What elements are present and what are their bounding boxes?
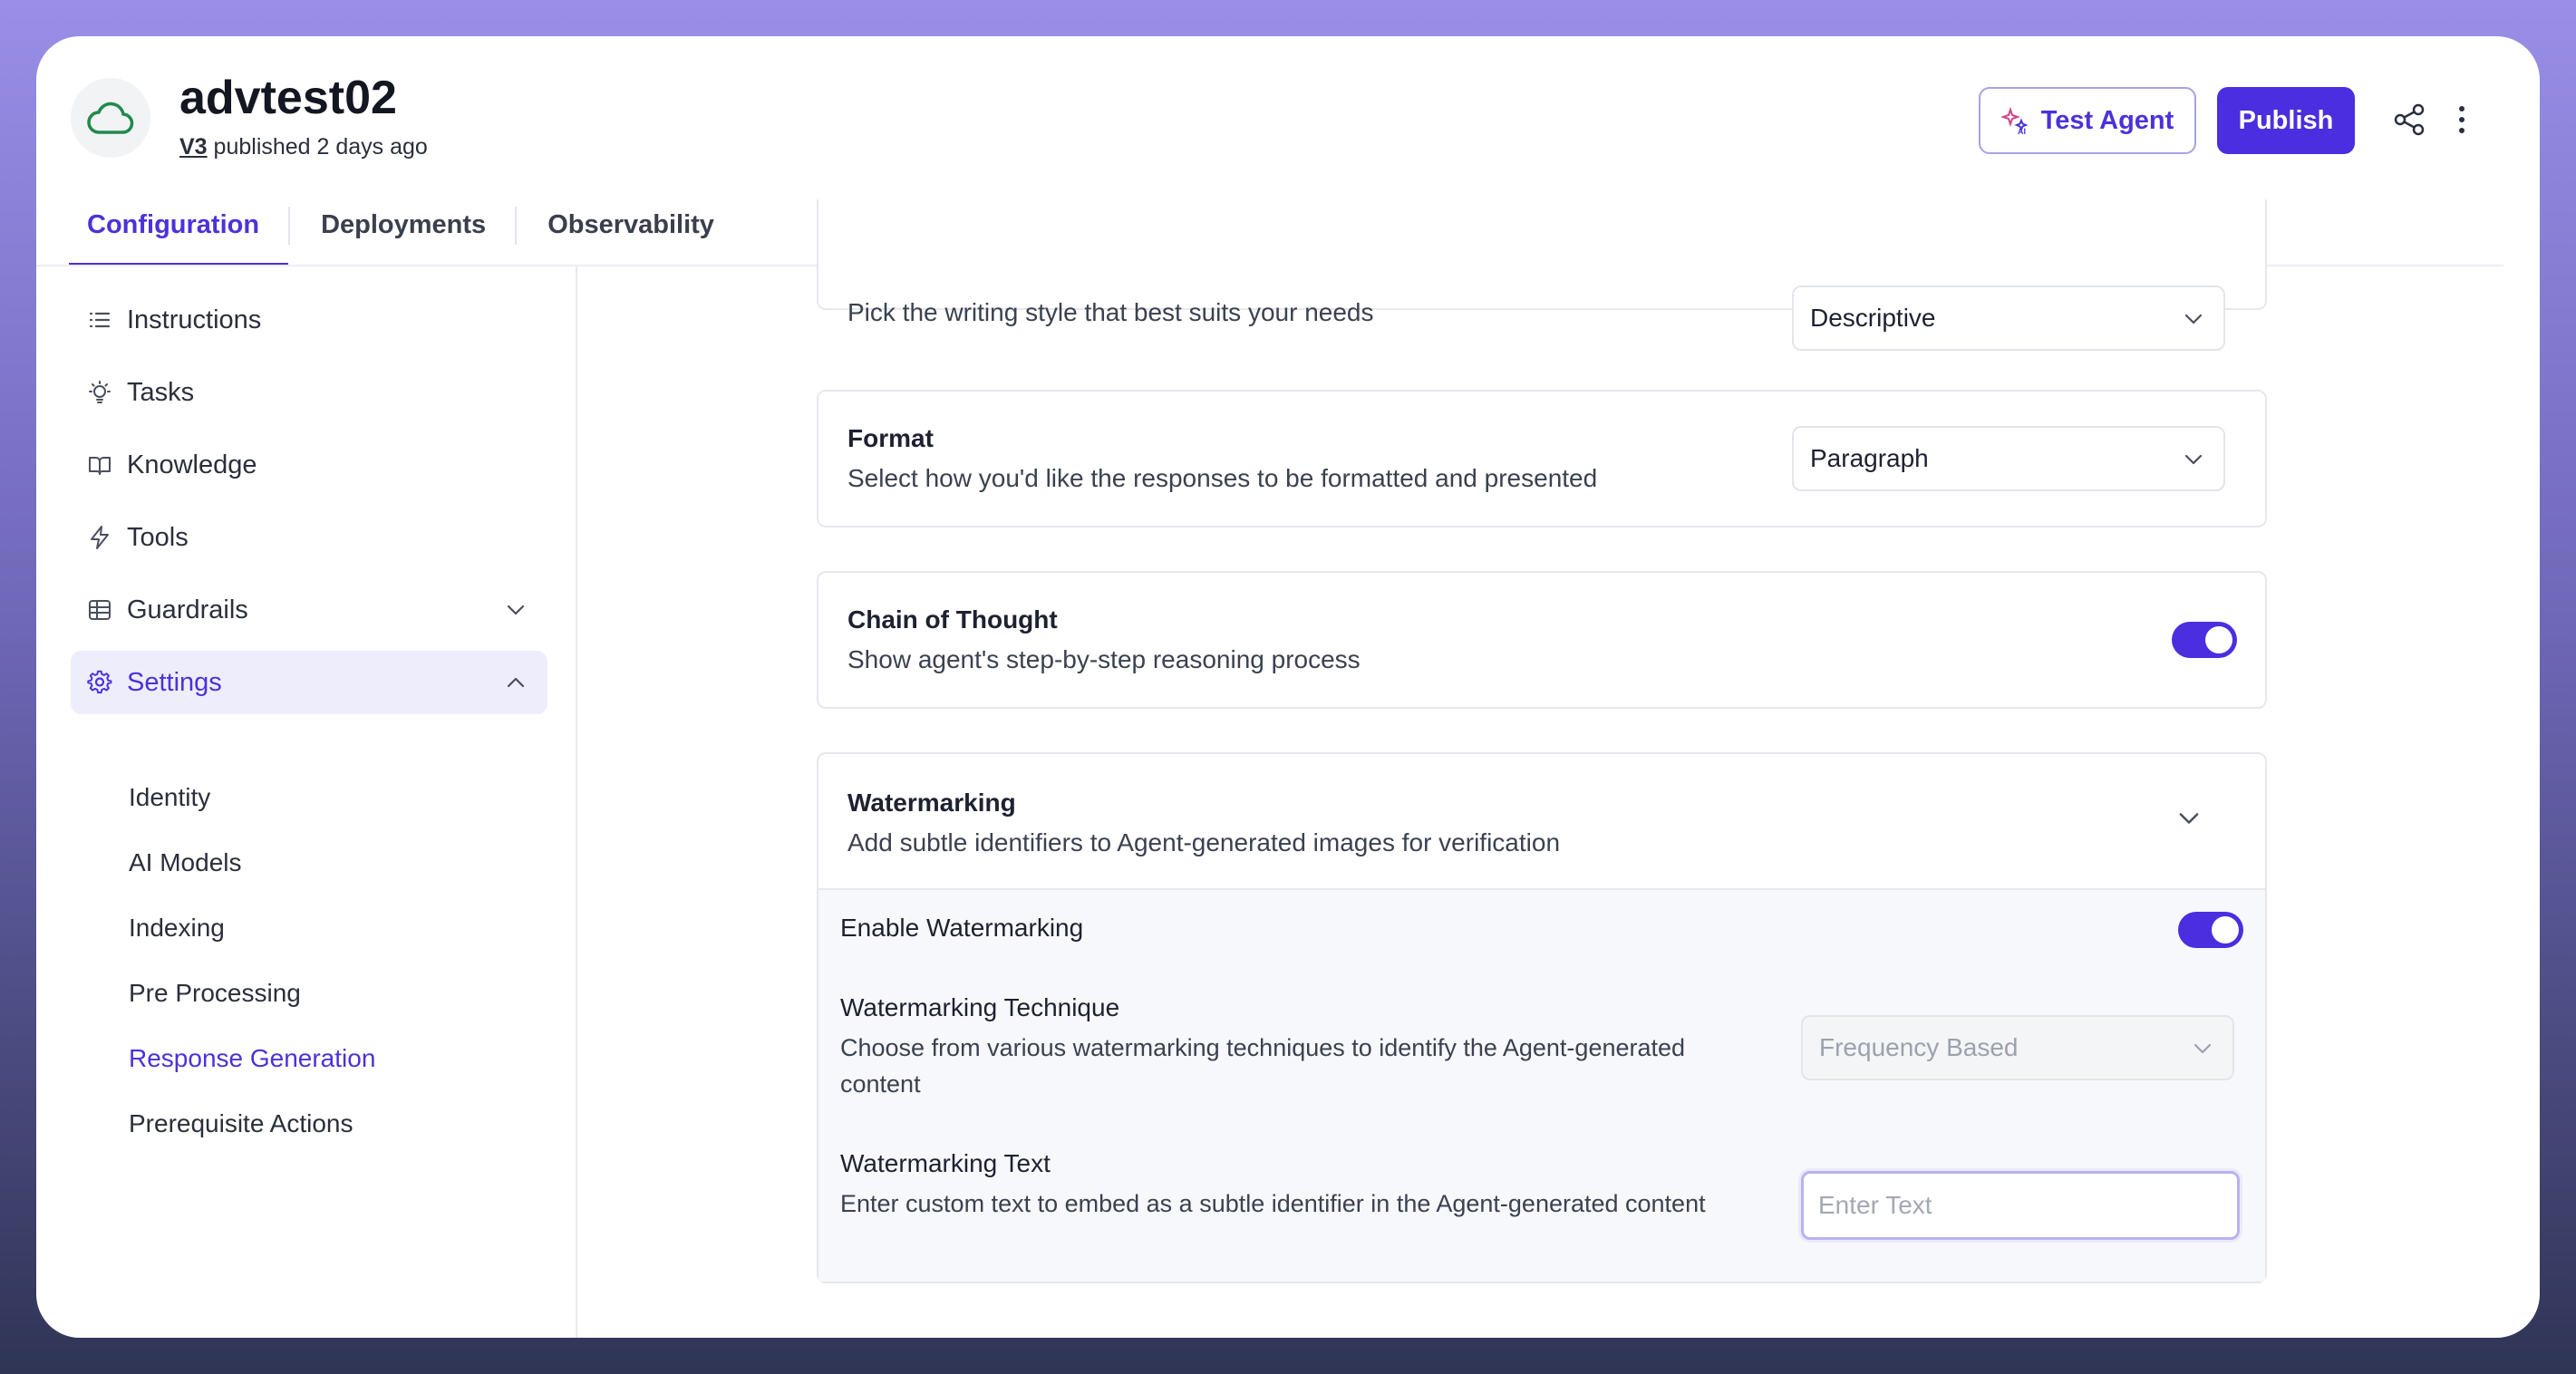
more-vertical-icon[interactable]	[2453, 102, 2471, 138]
sidebar: Instructions Tasks Knowledge Tools Guard…	[36, 266, 577, 1338]
format-description: Select how you'd like the responses to b…	[847, 464, 1598, 492]
watermarking-text-description: Enter custom text to embed as a subtle i…	[840, 1190, 1706, 1217]
share-icon[interactable]	[2391, 102, 2427, 138]
style-card: Pick the writing style that best suits y…	[817, 199, 2267, 351]
sparkle-ai-icon: AI	[2000, 106, 2029, 135]
lightning-icon	[85, 523, 114, 552]
test-agent-button[interactable]: AI Test Agent	[1979, 87, 2196, 154]
watermarking-title: Watermarking	[847, 789, 1016, 817]
sidebar-item-label: Settings	[127, 667, 222, 697]
sidebar-item-label: Knowledge	[127, 450, 257, 479]
style-select-value: Descriptive	[1810, 304, 1936, 332]
watermarking-technique-description: Choose from various watermarking techniq…	[840, 1034, 1686, 1098]
chevron-down-icon	[2184, 314, 2203, 324]
table-icon	[85, 595, 114, 624]
watermarking-technique-select[interactable]: Frequency Based	[1801, 1015, 2234, 1080]
cloud-icon	[87, 102, 134, 134]
tab-configuration[interactable]: Configuration	[69, 207, 289, 266]
sidebar-item-label: Instructions	[127, 305, 262, 334]
settings-sub-indexing[interactable]: Indexing	[129, 914, 225, 943]
sidebar-item-label: Tasks	[127, 377, 195, 407]
publish-status: V3 published 2 days ago	[179, 134, 428, 160]
watermarking-card: Watermarking Add subtle identifiers to A…	[817, 752, 2267, 1283]
book-icon	[85, 450, 114, 479]
chevron-down-icon	[507, 605, 525, 615]
watermarking-text-input[interactable]	[1801, 1171, 2240, 1240]
gear-icon	[85, 668, 114, 697]
format-title: Format	[847, 424, 934, 452]
settings-sub-response-generation[interactable]: Response Generation	[129, 1044, 375, 1073]
agent-avatar	[71, 78, 150, 158]
lightbulb-icon	[85, 378, 114, 407]
sidebar-item-label: Tools	[127, 522, 189, 552]
chain-of-thought-description: Show agent's step-by-step reasoning proc…	[847, 645, 1361, 673]
sidebar-item-tools[interactable]: Tools	[71, 506, 547, 569]
publish-button[interactable]: Publish	[2217, 87, 2355, 154]
style-select[interactable]: Descriptive	[1792, 285, 2225, 351]
version-link[interactable]: V3	[179, 134, 208, 160]
sidebar-item-tasks[interactable]: Tasks	[71, 361, 547, 424]
format-card: Format Select how you'd like the respons…	[817, 390, 2267, 527]
sidebar-item-instructions[interactable]: Instructions	[71, 288, 547, 352]
format-select[interactable]: Paragraph	[1792, 426, 2225, 491]
chain-of-thought-toggle[interactable]	[2172, 622, 2237, 658]
list-icon	[85, 305, 114, 334]
chevron-down-icon[interactable]	[2174, 803, 2204, 834]
settings-sub-pre-processing[interactable]: Pre Processing	[129, 979, 301, 1008]
watermarking-technique-value: Frequency Based	[1819, 1033, 2019, 1061]
sidebar-item-guardrails[interactable]: Guardrails	[71, 578, 547, 642]
tab-deployments[interactable]: Deployments	[290, 207, 515, 266]
test-agent-label: Test Agent	[2040, 105, 2174, 135]
settings-sub-prerequisite-actions[interactable]: Prerequisite Actions	[129, 1109, 353, 1138]
chevron-down-icon	[2184, 454, 2203, 465]
sidebar-item-knowledge[interactable]: Knowledge	[71, 433, 547, 497]
style-description: Pick the writing style that best suits y…	[847, 298, 1374, 326]
enable-watermarking-toggle[interactable]	[2178, 912, 2243, 948]
settings-sub-ai-models[interactable]: AI Models	[129, 848, 242, 877]
tab-observability[interactable]: Observability	[517, 207, 743, 266]
main-tabs: Configuration Deployments Observability	[69, 207, 743, 266]
chain-of-thought-card: Chain of Thought Show agent's step-by-st…	[817, 571, 2267, 709]
settings-sub-identity[interactable]: Identity	[129, 783, 210, 812]
app-window: advtest02 V3 published 2 days ago AI Tes…	[36, 36, 2540, 1338]
format-select-value: Paragraph	[1810, 444, 1929, 472]
sidebar-item-settings[interactable]: Settings	[71, 651, 547, 714]
watermarking-settings-panel: Enable Watermarking Watermarking Techniq…	[818, 888, 2265, 1282]
chevron-down-icon	[2193, 1043, 2212, 1054]
enable-watermarking-label: Enable Watermarking	[840, 914, 1084, 942]
svg-text:AI: AI	[2018, 127, 2026, 135]
published-time: published 2 days ago	[213, 134, 428, 160]
sidebar-item-label: Guardrails	[127, 595, 248, 624]
watermarking-description: Add subtle identifiers to Agent-generate…	[847, 828, 1561, 856]
watermarking-text-label: Watermarking Text	[840, 1149, 1051, 1177]
agent-title: advtest02	[179, 72, 397, 124]
chevron-up-icon	[507, 677, 525, 688]
watermarking-technique-label: Watermarking Technique	[840, 993, 1120, 1021]
chain-of-thought-title: Chain of Thought	[847, 605, 1058, 634]
